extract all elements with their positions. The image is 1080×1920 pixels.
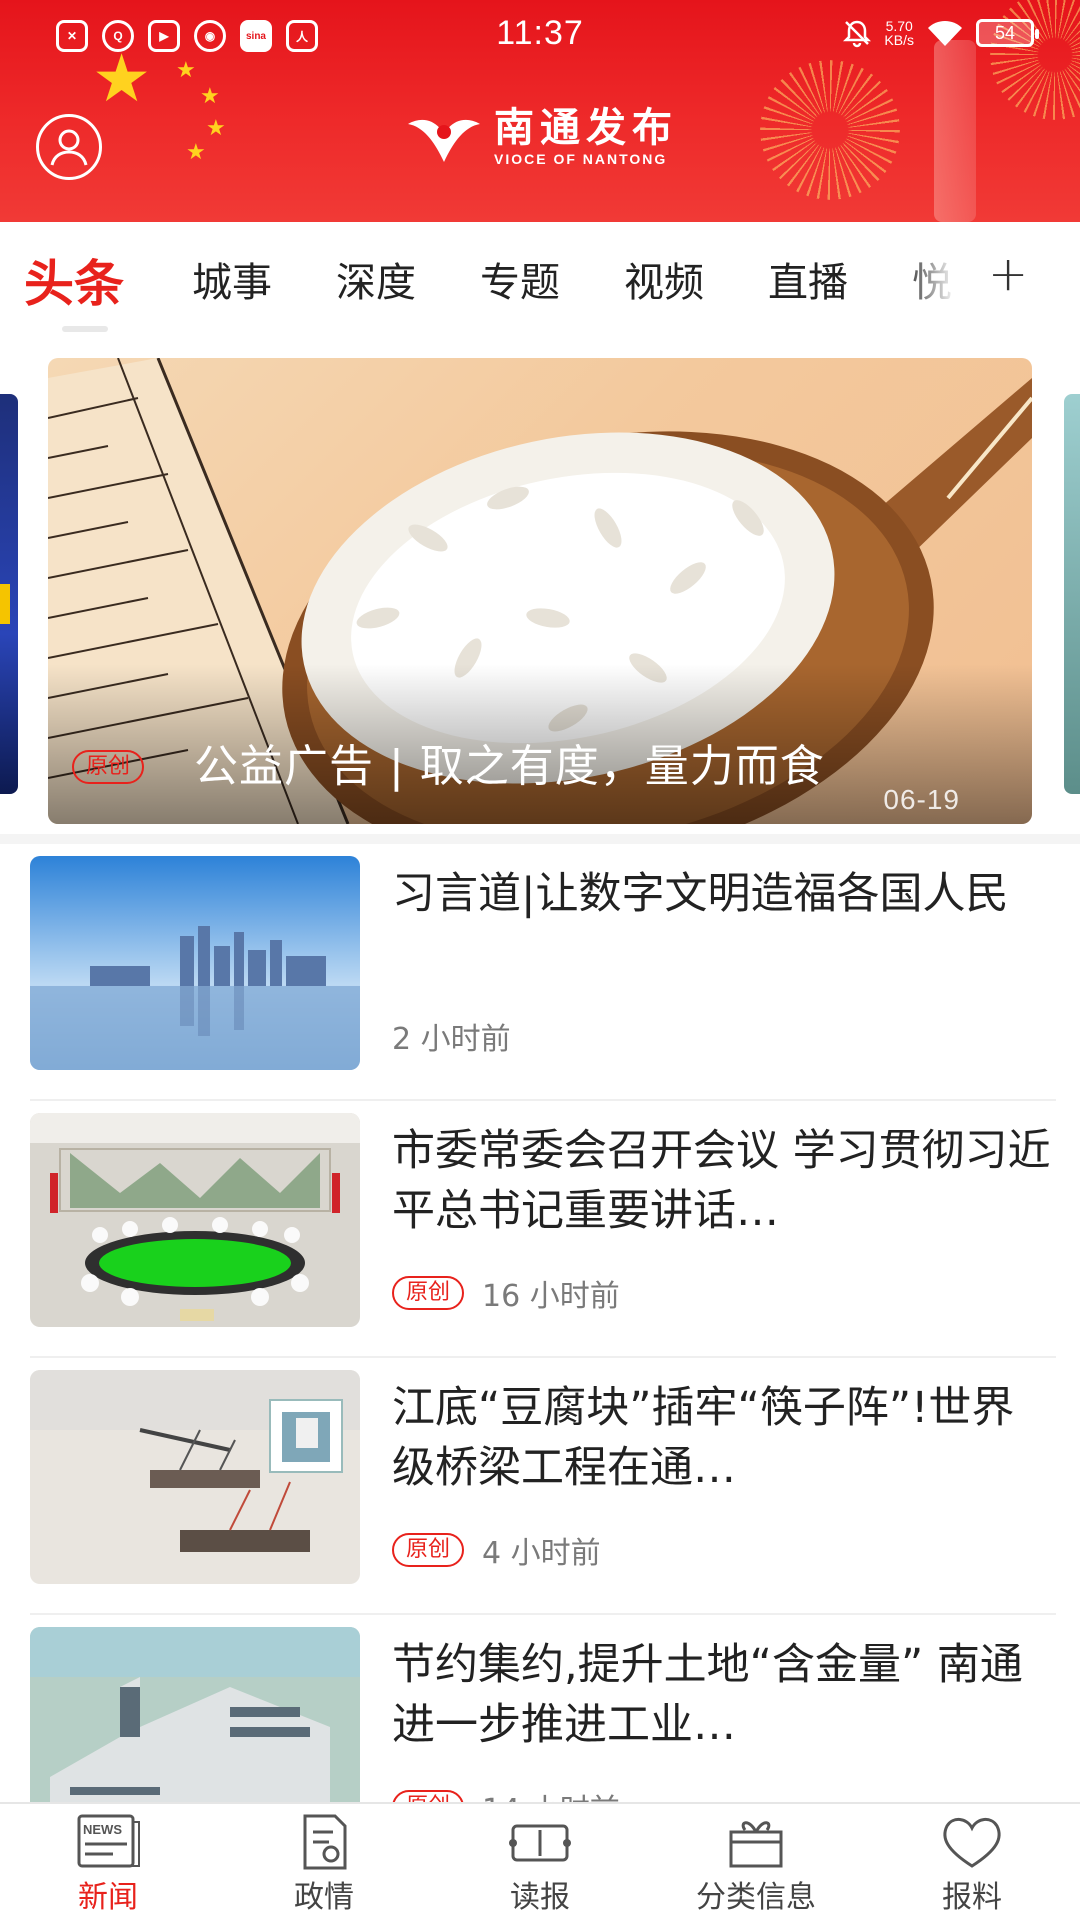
- news-time: 16 小时前: [482, 1279, 620, 1314]
- logo-title: 南通发布: [494, 105, 678, 151]
- flag-star-icon: ★: [186, 140, 206, 165]
- mute-bell-icon: [843, 20, 872, 48]
- nav-classifieds[interactable]: 分类信息: [648, 1814, 864, 1916]
- news-item[interactable]: 习言道|让数字文明造福各国人民 2 小时前: [30, 844, 1056, 1101]
- nav-read-paper[interactable]: 读报: [432, 1814, 648, 1916]
- news-item[interactable]: 节约集约,提升土地“含金量” 南通进一步推进工业… 原创 14 小时前: [30, 1615, 1056, 1802]
- banner-carousel[interactable]: 原创 公益广告 | 取之有度，量力而食 06-19: [0, 334, 1080, 834]
- news-time: 2 小时前: [392, 1022, 511, 1057]
- nav-news[interactable]: NEWS 新闻: [0, 1814, 216, 1916]
- net-speed-unit: KB/s: [884, 32, 914, 48]
- flag-star-icon: ★: [206, 116, 226, 141]
- gift-box-icon: [729, 1821, 783, 1868]
- user-profile-button[interactable]: [36, 114, 102, 180]
- add-tab-button[interactable]: +: [988, 246, 1028, 302]
- news-meta: 原创 16 小时前: [392, 1271, 620, 1315]
- newspaper-icon: [509, 1824, 571, 1862]
- tab-depth[interactable]: 深度: [336, 250, 416, 308]
- wifi-icon: [928, 20, 962, 46]
- tab-headlines[interactable]: 头条: [24, 244, 124, 316]
- news-icon: NEWS: [77, 1814, 140, 1868]
- status-bar: ✕ Q ▶ ◉ sina 人 11:37 5.70 KB/s 54: [0, 0, 1080, 72]
- category-tabs: 头条 城事 深度 专题 视频 直播 悦 +: [0, 222, 1080, 334]
- news-thumbnail: [30, 856, 360, 1070]
- net-speed-value: 5.70: [885, 18, 913, 34]
- nav-politics-label: 政情: [294, 1880, 354, 1915]
- news-title: 市委常委会召开会议 学习贯彻习近平总书记重要讲话…: [392, 1126, 1051, 1236]
- news-title: 习言道|让数字文明造福各国人民: [392, 869, 1009, 919]
- news-list: 习言道|让数字文明造福各国人民 2 小时前 市委常委会召开会议 学习贯彻习近平总…: [0, 844, 1080, 1802]
- battery-level: 54: [994, 22, 1016, 43]
- section-divider: [0, 834, 1080, 844]
- news-item[interactable]: 市委常委会召开会议 学习贯彻习近平总书记重要讲话… 原创 16 小时前: [30, 1101, 1056, 1358]
- original-badge: 原创: [392, 1533, 465, 1567]
- heart-icon: [943, 1818, 1001, 1868]
- news-title: 节约集约,提升土地“含金量” 南通进一步推进工业…: [392, 1640, 1023, 1750]
- tab-city[interactable]: 城事: [192, 250, 272, 308]
- logo-subtitle: VIOCE OF NANTONG: [494, 151, 668, 167]
- document-icon: [303, 1814, 347, 1870]
- active-tab-indicator: [62, 326, 108, 332]
- news-time: 4 小时前: [482, 1536, 601, 1571]
- original-badge: 原创: [72, 750, 145, 784]
- nav-report-tip-label: 报料: [942, 1880, 1002, 1915]
- news-title: 江底“豆腐块”插牢“筷子阵”!世界级桥梁工程在通…: [392, 1383, 1015, 1493]
- previous-slide-peek[interactable]: [0, 394, 18, 794]
- logo-mark-icon: [408, 119, 480, 162]
- system-icons: 5.70 KB/s 54: [842, 18, 1039, 48]
- news-thumbnail: [30, 1370, 360, 1584]
- next-slide-peek[interactable]: [1064, 394, 1080, 794]
- bottom-navigation: NEWS 新闻 政情 读报 分类信息 报料: [0, 1802, 1080, 1920]
- news-meta: 原创 14 小时前: [392, 1785, 620, 1802]
- flag-star-icon: ★: [200, 84, 220, 109]
- news-time: 14 小时前: [482, 1785, 620, 1802]
- user-icon: [50, 129, 88, 166]
- nav-news-label: 新闻: [78, 1880, 138, 1915]
- news-thumbnail: [30, 1113, 360, 1327]
- app-logo: 南通发布 VIOCE OF NANTONG: [402, 106, 678, 168]
- news-thumbnail: [30, 1627, 360, 1802]
- nav-politics[interactable]: 政情: [216, 1814, 432, 1916]
- tab-topics[interactable]: 专题: [480, 250, 560, 308]
- app-header: ★ ★ ★ ★ ★ ✕ Q ▶ ◉ sina 人 11:37 5.70 KB/s: [0, 0, 1080, 222]
- tab-live[interactable]: 直播: [768, 250, 848, 308]
- news-item[interactable]: 江底“豆腐块”插牢“筷子阵”!世界级桥梁工程在通… 原创 4 小时前: [30, 1358, 1056, 1615]
- original-badge: 原创: [392, 1276, 465, 1310]
- news-meta: 原创 4 小时前: [392, 1528, 601, 1572]
- battery-indicator: 54: [976, 19, 1039, 47]
- banner-date: 06-19: [883, 784, 960, 815]
- network-speed: 5.70 KB/s: [884, 19, 914, 47]
- news-meta: 2 小时前: [392, 1014, 511, 1058]
- banner-slide[interactable]: 原创 公益广告 | 取之有度，量力而食 06-19: [48, 358, 1032, 824]
- firework-decoration: [760, 60, 900, 200]
- original-badge: 原创: [392, 1790, 465, 1802]
- nav-classifieds-label: 分类信息: [696, 1880, 816, 1915]
- tab-video[interactable]: 视频: [624, 250, 704, 308]
- nav-read-paper-label: 读报: [510, 1880, 570, 1915]
- svg-text:NEWS: NEWS: [83, 1822, 122, 1837]
- tab-fade-overlay: [900, 222, 980, 322]
- nav-report-tip[interactable]: 报料: [864, 1814, 1080, 1916]
- banner-title: 公益广告 | 取之有度，量力而食: [194, 741, 825, 792]
